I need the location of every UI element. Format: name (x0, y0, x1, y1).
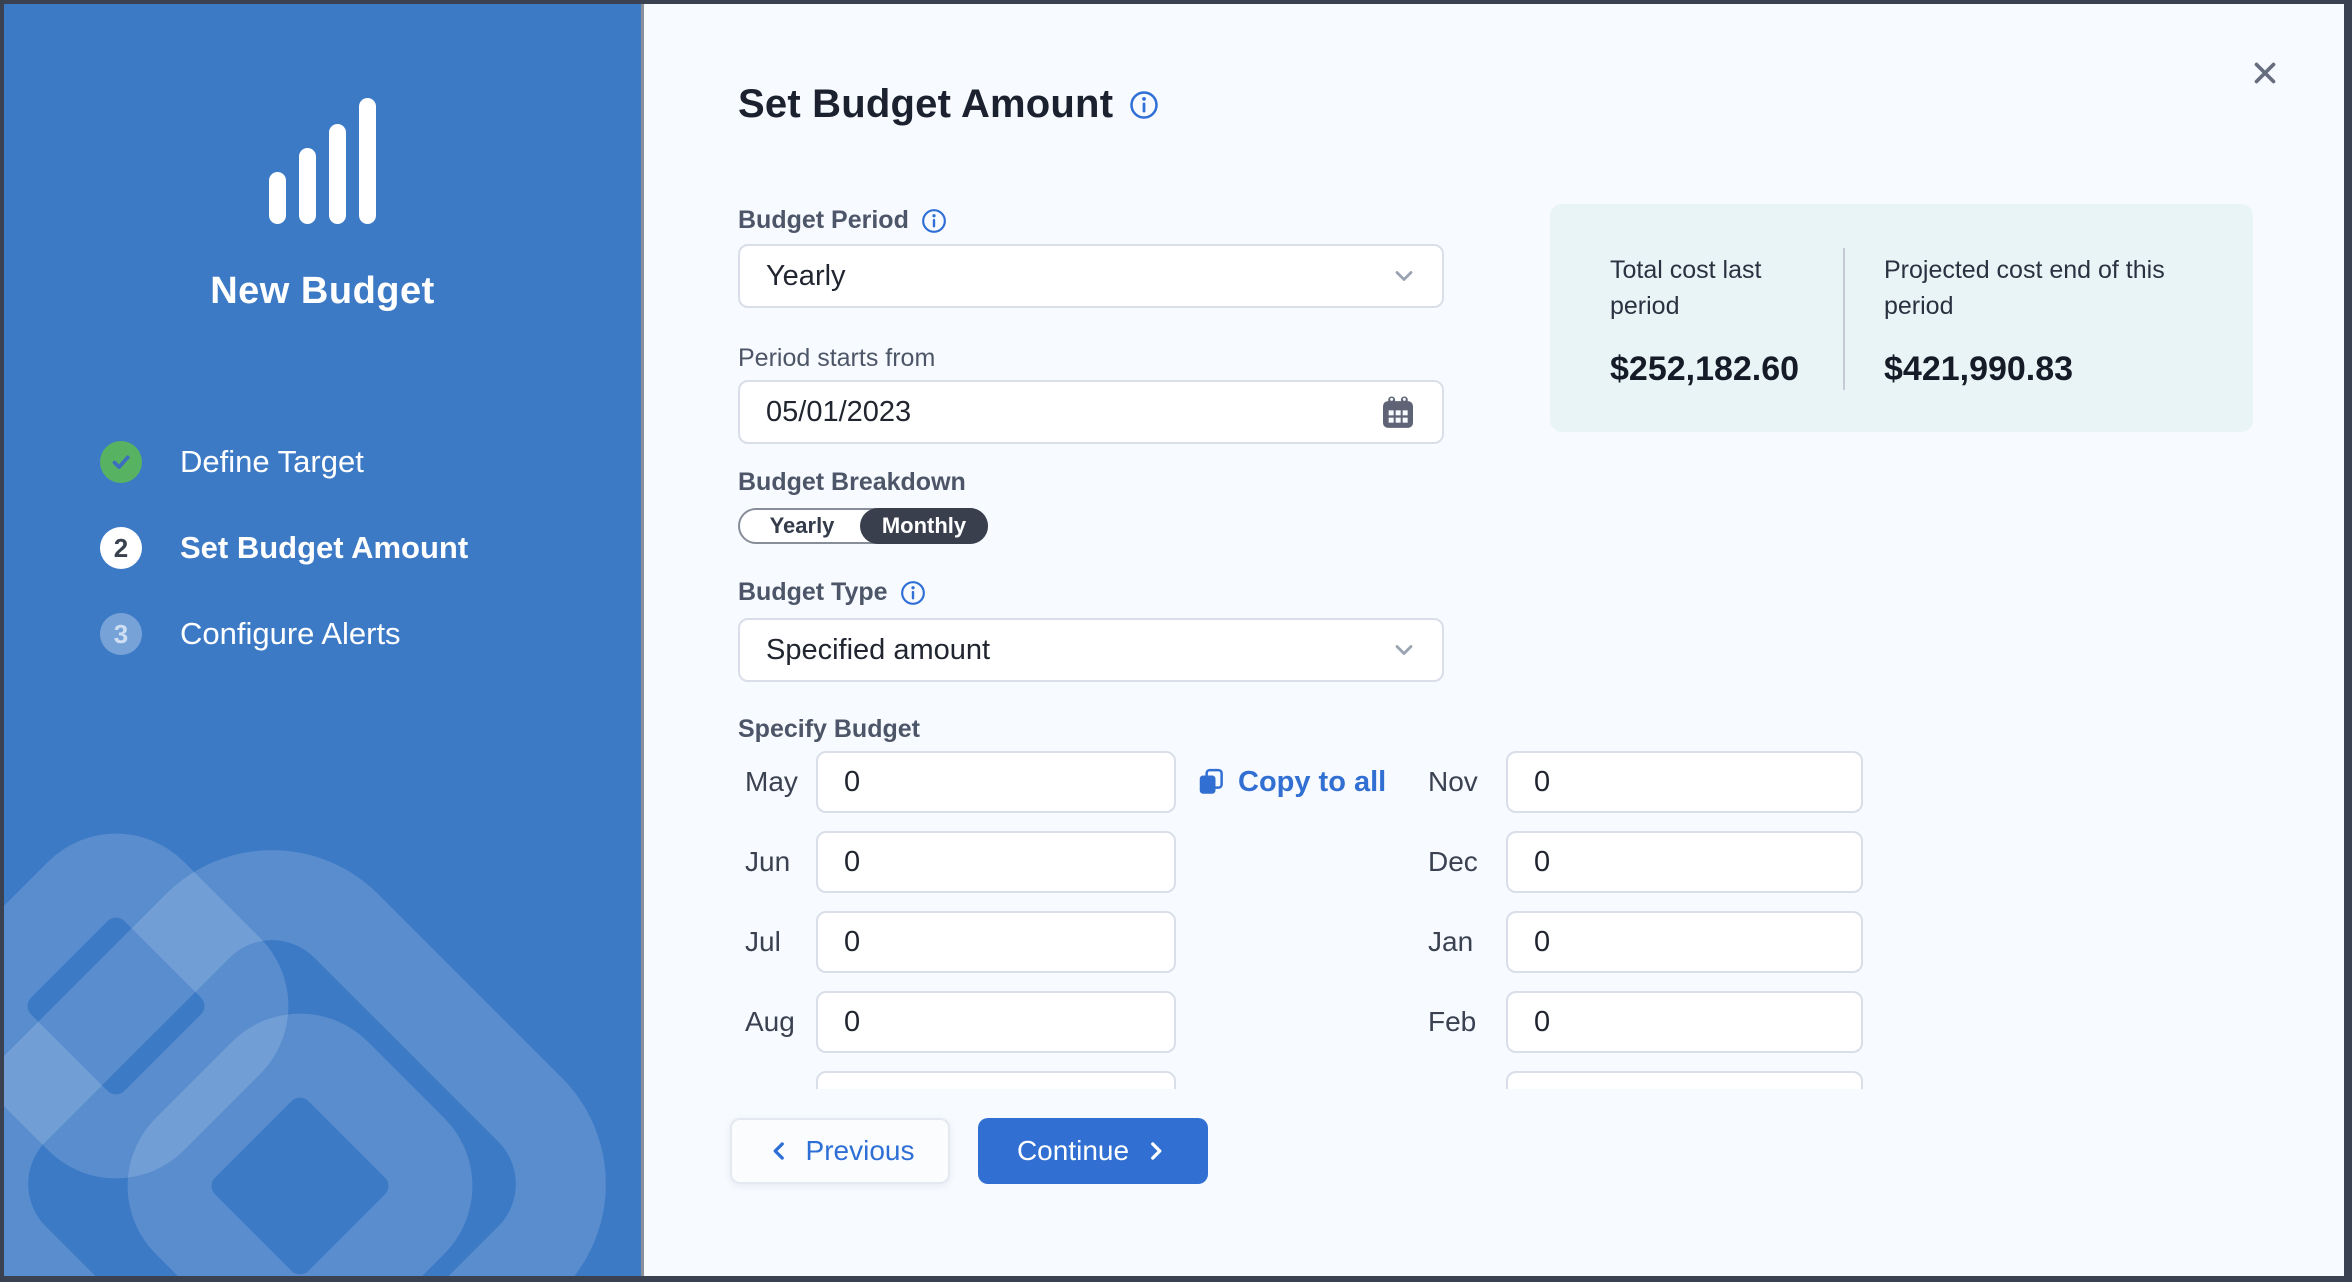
info-icon[interactable] (900, 580, 926, 606)
summary-value: $252,182.60 (1610, 350, 1799, 389)
month-input-jan[interactable] (1506, 911, 1863, 973)
chevron-left-icon (766, 1138, 792, 1164)
budget-breakdown-label: Budget Breakdown (738, 468, 966, 497)
chevron-down-icon (1390, 262, 1418, 290)
month-label: Jun (745, 846, 809, 878)
info-icon[interactable] (921, 208, 947, 234)
chevron-right-icon (1143, 1138, 1169, 1164)
budget-period-value: Yearly (766, 260, 846, 293)
specify-budget-label: Specify Budget (738, 715, 920, 744)
modal-content: Set Budget Amount Total cost last period… (644, 4, 2344, 1276)
new-budget-modal: New Budget Define Target 2 Set Budget Am… (4, 4, 2344, 1276)
month-label: Feb (1428, 1006, 1492, 1038)
budget-breakdown-toggle: Yearly Monthly (738, 508, 988, 544)
close-icon (2248, 56, 2282, 90)
month-label: Dec (1428, 846, 1492, 878)
bar-chart-icon (253, 96, 393, 224)
step-number-badge: 2 (100, 527, 142, 569)
step-label: Configure Alerts (180, 616, 401, 652)
month-input-mar[interactable] (1506, 1071, 1863, 1089)
calendar-icon[interactable] (1378, 392, 1418, 432)
previous-button[interactable]: Previous (730, 1118, 950, 1184)
wizard-title: New Budget (4, 270, 641, 313)
month-label: Sep (745, 1086, 809, 1089)
month-input-aug[interactable] (816, 991, 1176, 1053)
month-input-dec[interactable] (1506, 831, 1863, 893)
budget-type-label: Budget Type (738, 578, 926, 607)
month-input-feb[interactable] (1506, 991, 1863, 1053)
toggle-option-yearly[interactable]: Yearly (740, 510, 864, 542)
month-label: Mar (1428, 1086, 1492, 1089)
month-label: May (745, 766, 809, 798)
month-input-nov[interactable] (1506, 751, 1863, 813)
chevron-down-icon (1390, 636, 1418, 664)
month-label: Jul (745, 926, 809, 958)
step-label: Set Budget Amount (180, 530, 468, 566)
copy-icon (1196, 767, 1226, 797)
step-set-budget-amount[interactable]: 2 Set Budget Amount (100, 527, 641, 569)
step-define-target[interactable]: Define Target (100, 441, 641, 483)
period-starts-label: Period starts from (738, 344, 935, 373)
summary-value: $421,990.83 (1884, 350, 2073, 389)
budget-type-value: Specified amount (766, 634, 990, 667)
wizard-sidebar: New Budget Define Target 2 Set Budget Am… (4, 4, 641, 1276)
wizard-steps: Define Target 2 Set Budget Amount 3 Conf… (4, 441, 641, 655)
month-label: Nov (1428, 766, 1492, 798)
cost-summary-panel: Total cost last period $252,182.60 Proje… (1550, 204, 2253, 432)
budget-period-label: Budget Period (738, 206, 947, 235)
check-circle-icon (100, 441, 142, 483)
toggle-option-monthly[interactable]: Monthly (860, 508, 988, 544)
month-input-jun[interactable] (816, 831, 1176, 893)
period-start-date-input[interactable]: 05/01/2023 (738, 380, 1444, 444)
summary-label: Total cost last period (1610, 252, 1820, 324)
copy-to-all-button[interactable]: Copy to all (1196, 751, 1386, 813)
month-label: Aug (745, 1006, 809, 1038)
budget-type-select[interactable]: Specified amount (738, 618, 1444, 682)
month-input-jul[interactable] (816, 911, 1176, 973)
budget-period-select[interactable]: Yearly (738, 244, 1444, 308)
step-configure-alerts[interactable]: 3 Configure Alerts (100, 613, 641, 655)
check-icon (108, 449, 134, 475)
continue-button[interactable]: Continue (978, 1118, 1208, 1184)
summary-label: Projected cost end of this period (1884, 252, 2204, 324)
month-input-may[interactable] (816, 751, 1176, 813)
info-icon[interactable] (1129, 90, 1159, 120)
month-label: Jan (1428, 926, 1492, 958)
month-input-sep[interactable] (816, 1071, 1176, 1089)
date-value: 05/01/2023 (766, 396, 911, 429)
step-label: Define Target (180, 444, 364, 480)
step-number-badge: 3 (100, 613, 142, 655)
close-button[interactable] (2242, 50, 2288, 96)
summary-divider (1843, 248, 1845, 390)
page-title: Set Budget Amount (738, 82, 1113, 127)
monthly-budget-grid: May Copy to all Nov Jun Dec (738, 751, 1960, 1089)
